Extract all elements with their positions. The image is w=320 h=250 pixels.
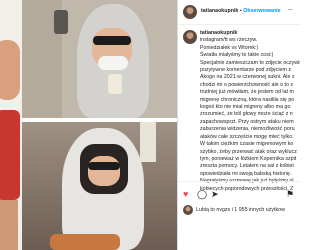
caption-username[interactable]: tatianaokupnik (200, 30, 300, 37)
caption-line: W takim ciężkim czasie migrenowym ko (200, 141, 294, 148)
arm-shape (0, 40, 20, 100)
like-icon[interactable]: ♥ (183, 190, 188, 199)
leg-shape (0, 200, 18, 250)
caption-line: Akogo na 2021 w czerwonej sukni. Ale z (200, 74, 295, 81)
caption-line: instagram/tt ws rzeczyw. (200, 37, 258, 44)
cup (108, 74, 122, 94)
red-dress-shape (0, 110, 20, 200)
caption: tatianaokupnik instagram/tt ws rzeczyw. P… (200, 30, 300, 193)
photo-top-panel (22, 0, 177, 118)
caption-line: pozytywne komentarze pod zdjęciem z (200, 67, 291, 74)
save-icon[interactable]: ⚑ (286, 190, 294, 199)
background-object (54, 10, 68, 34)
comment-icon[interactable]: ◯ (197, 190, 207, 199)
caption-line: opowiedziała mi swoją babską historię. (200, 170, 292, 177)
caption-line: zreszta pomocy. Letalem na sal z kobiet (200, 163, 294, 170)
caption-line: tym, ponieważ w łóżkiem Kopernika szpit (200, 155, 297, 162)
follow-button[interactable]: Obserwowanie (243, 8, 280, 14)
photo-bottom-panel (22, 122, 177, 250)
post-photo[interactable] (22, 0, 177, 250)
caption-line: zapachowsprzt. Przy ostrym ataku niem (200, 118, 294, 125)
caption-line: Światła miałyśmy to takie cosi:) (200, 52, 274, 59)
header-row: tatianaokupnik • Obserwowanie (201, 8, 281, 15)
liker-avatar[interactable] (183, 205, 193, 215)
post-header: tatianaokupnik • Obserwowanie ... (178, 0, 301, 25)
sunglasses (88, 162, 120, 170)
previous-post-photo[interactable] (0, 0, 22, 250)
header-username[interactable]: tatianaokupnik (201, 8, 238, 14)
caption-line: ataków całe szczęście mogę mieć tylko. (200, 133, 294, 140)
food-plate (50, 234, 120, 250)
face (88, 156, 120, 186)
caption-line: Specjalnie zamieszczam to zdjęcie oczywi… (200, 59, 300, 66)
likes-count[interactable]: Lubią to nvgzs i 1 955 innych użytkow (196, 207, 285, 214)
sunglasses (93, 36, 131, 45)
post-details-panel: tatianaokupnik • Obserwowanie ... tatian… (177, 0, 301, 250)
header-separator: • (239, 8, 242, 14)
caption-line: zrozumieć, że ból głowy może ściąć z n (200, 111, 293, 118)
caption-line: chodzi mi o powierzchowność ale o to z (200, 81, 294, 88)
background-bottle (140, 122, 156, 162)
caption-avatar[interactable] (183, 30, 197, 44)
caption-line: szybko, żeby przerwać atak oraz wyklucz (200, 148, 297, 155)
face-mask (98, 56, 128, 70)
avatar[interactable] (183, 5, 197, 19)
more-options-icon[interactable]: ... (288, 5, 293, 12)
caption-text: instagram/tt ws rzeczyw. Poniedziałek vs … (200, 37, 300, 193)
caption-line: migrenę chroniczną, która nasiliła się p… (200, 96, 295, 103)
caption-line: trudniej już mówiłam, że jestem od lat m (200, 89, 294, 96)
caption-line: kogoś kto nie miał migreny albo ma go (200, 104, 291, 111)
caption-line: zaburzenia widzenia, niemożliwość poru (200, 126, 295, 133)
share-icon[interactable]: ➤ (211, 190, 219, 199)
